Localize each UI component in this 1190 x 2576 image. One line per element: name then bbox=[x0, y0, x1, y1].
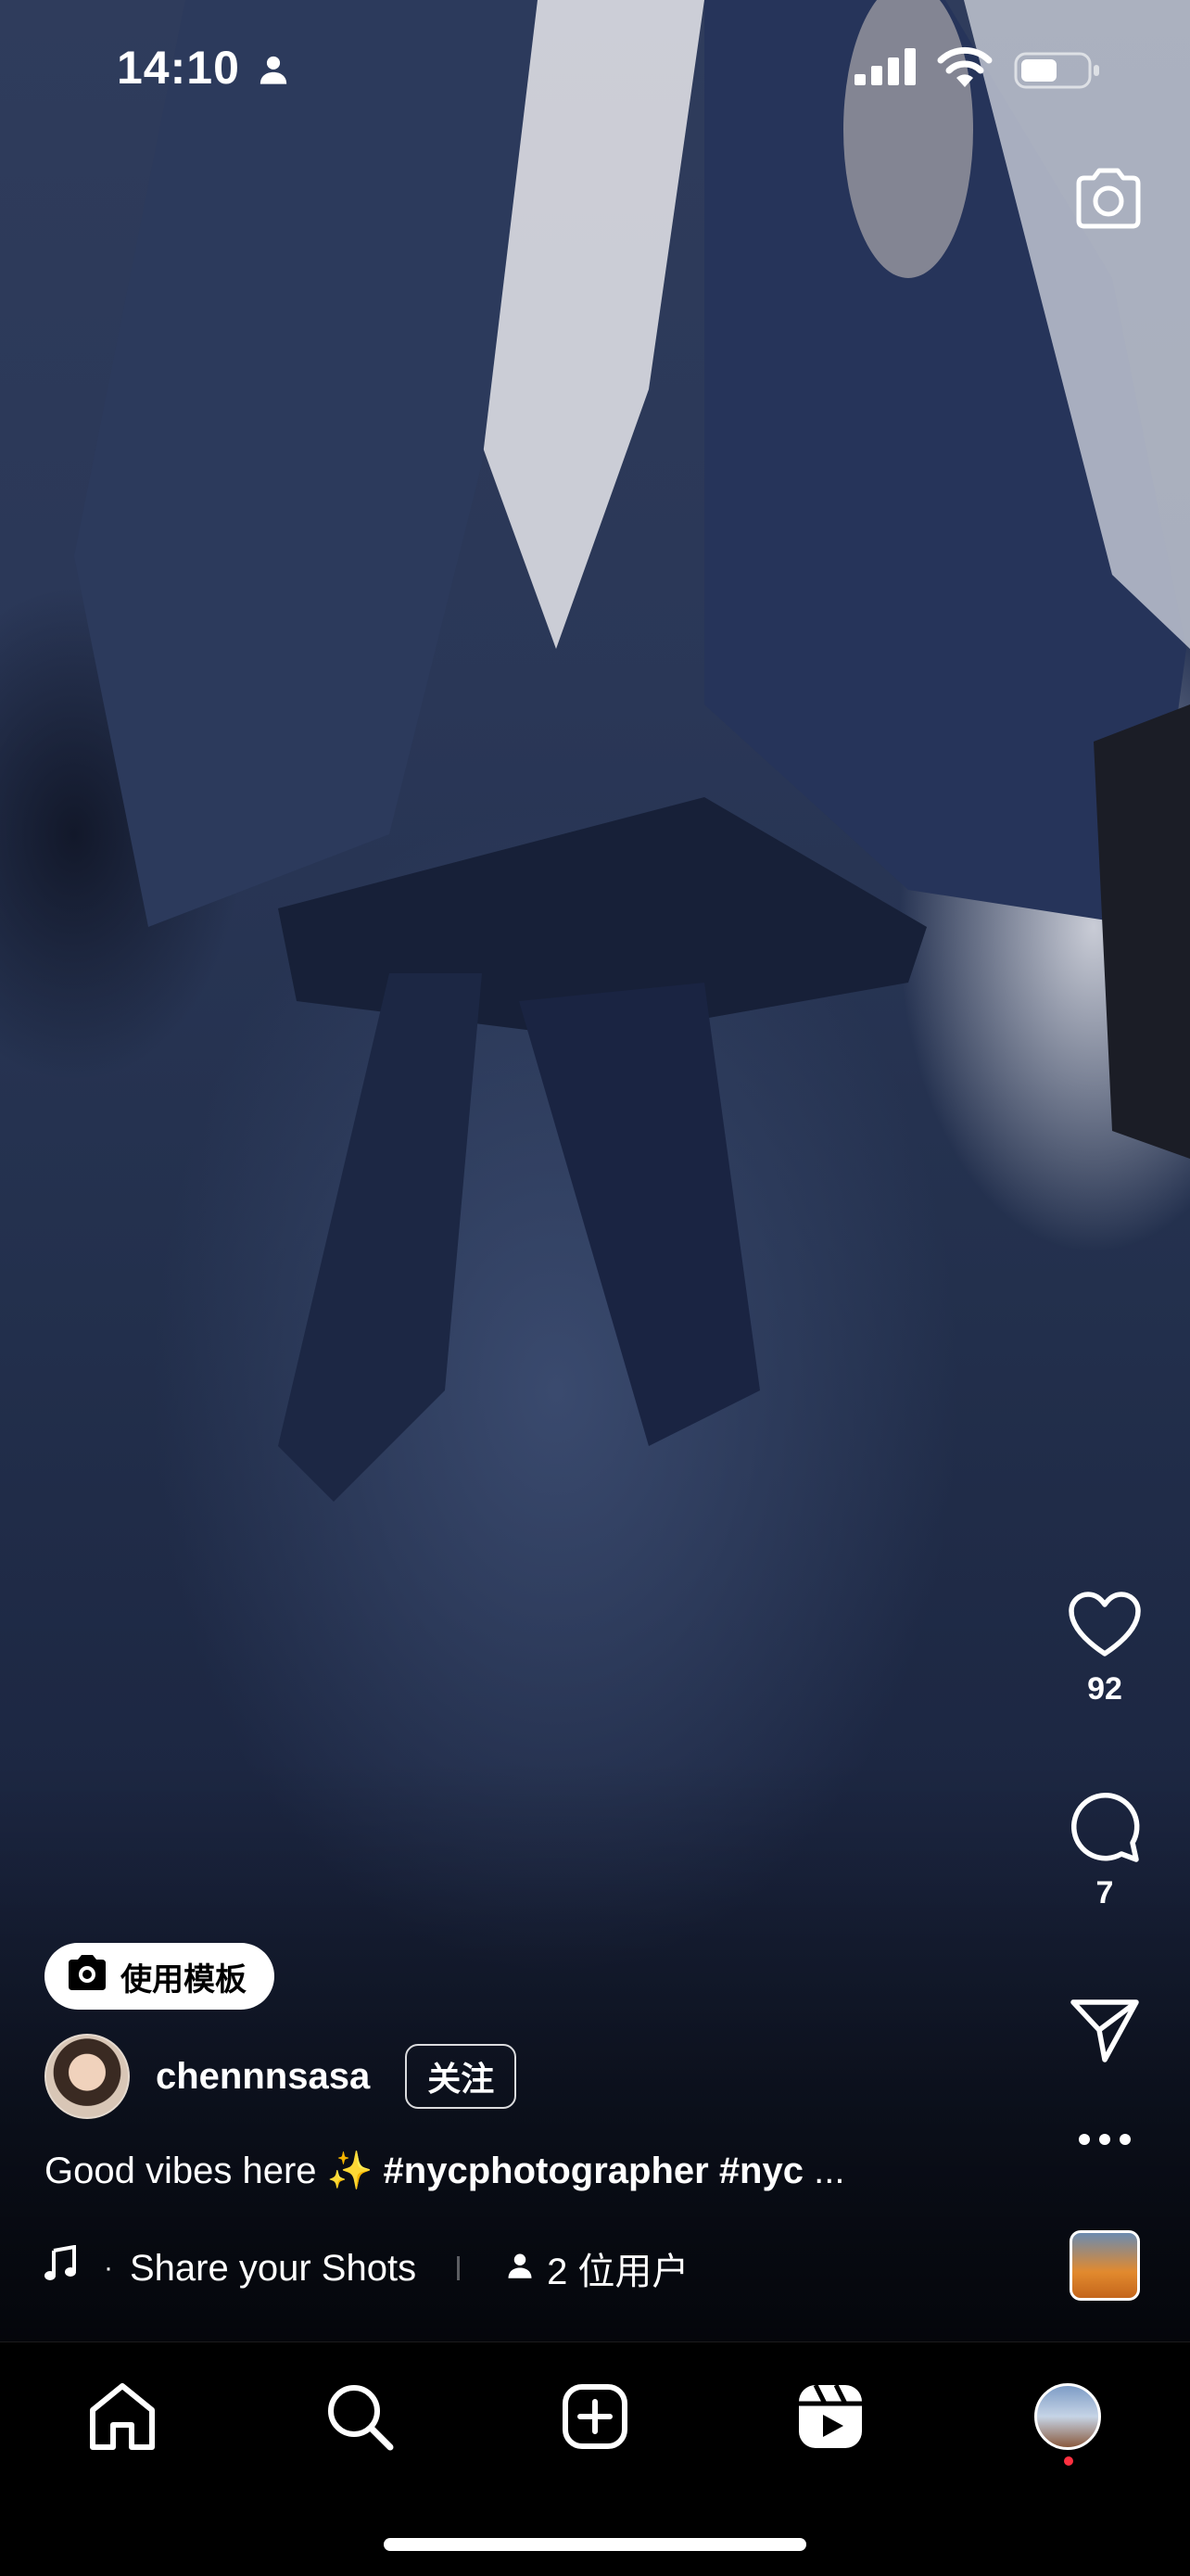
home-indicator[interactable] bbox=[384, 2538, 806, 2551]
like-action[interactable]: 92 bbox=[1066, 1591, 1144, 1707]
create-icon[interactable] bbox=[556, 2378, 634, 2455]
comment-action[interactable]: 7 bbox=[1066, 1791, 1144, 1911]
camera-icon[interactable] bbox=[1073, 165, 1144, 236]
camera-icon bbox=[67, 1954, 120, 1999]
tagged-users[interactable]: 2 位用户 bbox=[506, 2241, 689, 2295]
status-time: 14:10 bbox=[117, 42, 240, 94]
music-note-icon bbox=[44, 2244, 76, 2291]
profile-avatar-image bbox=[1034, 2383, 1101, 2450]
reels-icon[interactable] bbox=[791, 2378, 869, 2455]
caption-hashtags[interactable]: #nycphotographer #nyc bbox=[384, 2151, 804, 2191]
person-icon bbox=[506, 2248, 547, 2290]
search-icon[interactable] bbox=[321, 2378, 399, 2455]
caption-text: Good vibes here ✨ bbox=[44, 2151, 384, 2191]
author-row: chennnsasa 关注 bbox=[44, 2032, 517, 2121]
audio-title[interactable]: Share your Shots bbox=[130, 2248, 416, 2290]
wifi-icon bbox=[936, 46, 994, 92]
audio-separator bbox=[457, 2256, 461, 2280]
audio-row[interactable]: · Share your Shots 2 位用户 bbox=[44, 2236, 689, 2301]
audio-dot: · bbox=[104, 2252, 113, 2283]
person-icon bbox=[258, 54, 289, 90]
comment-icon[interactable] bbox=[1068, 1792, 1142, 1867]
status-bar: 14:10 bbox=[0, 0, 1190, 139]
profile-avatar[interactable] bbox=[1029, 2378, 1107, 2455]
tagged-users-label: 2 位用户 bbox=[547, 2252, 690, 2292]
audio-thumbnail[interactable] bbox=[1070, 2230, 1140, 2301]
caption-more[interactable]: ... bbox=[804, 2151, 844, 2191]
send-icon[interactable] bbox=[1066, 1995, 1144, 2070]
battery-icon bbox=[1014, 52, 1101, 94]
signal-icon bbox=[855, 48, 919, 90]
comment-count: 7 bbox=[1095, 1875, 1114, 1910]
like-count: 92 bbox=[1087, 1671, 1122, 1707]
heart-icon[interactable] bbox=[1068, 1592, 1142, 1663]
caption[interactable]: Good vibes here ✨ #nycphotographer #nyc … bbox=[44, 2149, 844, 2192]
notification-dot bbox=[1064, 2456, 1073, 2466]
use-template-label: 使用模板 bbox=[120, 1961, 247, 1998]
username[interactable]: chennnsasa bbox=[156, 2056, 370, 2098]
follow-button[interactable]: 关注 bbox=[405, 2044, 517, 2109]
more-icon[interactable] bbox=[1066, 2132, 1144, 2151]
avatar[interactable] bbox=[44, 2034, 130, 2119]
use-template-button[interactable]: 使用模板 bbox=[44, 1943, 274, 2010]
home-icon[interactable] bbox=[83, 2378, 161, 2455]
